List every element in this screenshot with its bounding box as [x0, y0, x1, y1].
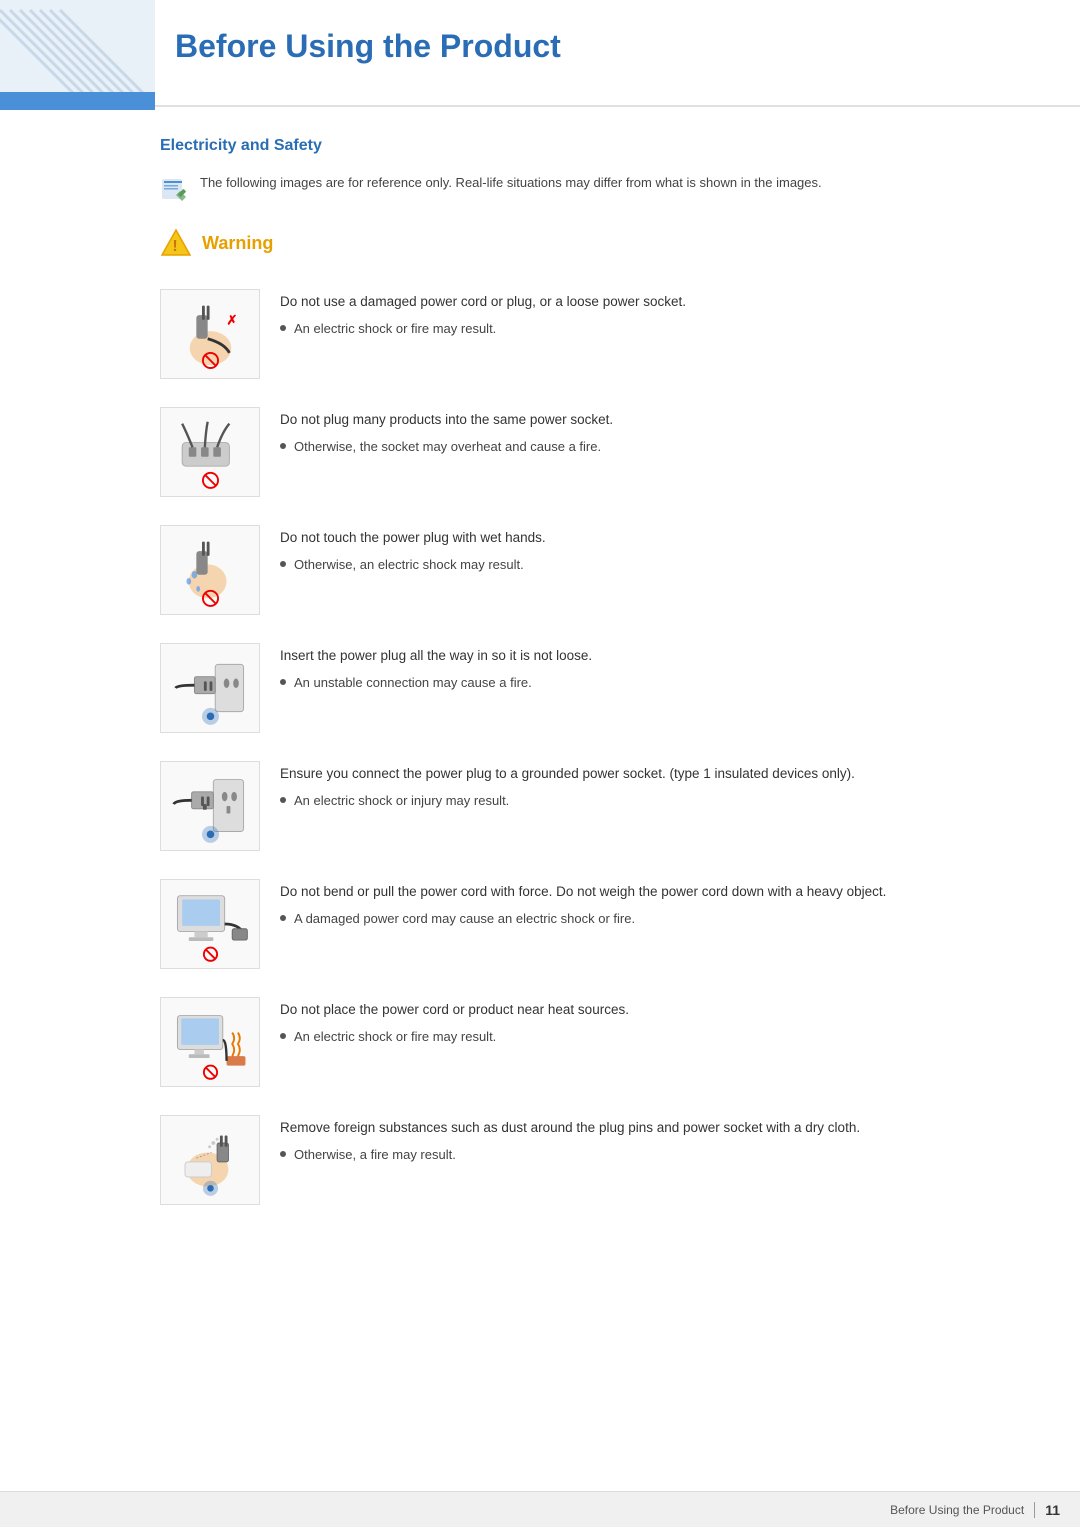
item-content-2: Do not plug many products into the same … — [280, 407, 1020, 456]
item-row: ✗ Do not use a damaged power cord or plu… — [160, 289, 1020, 379]
item-content-8: Remove foreign substances such as dust a… — [280, 1115, 1020, 1164]
page-header: Before Using the Product — [0, 0, 1080, 107]
item-sub-2: Otherwise, the socket may overheat and c… — [280, 438, 1020, 456]
item-main-text-5: Ensure you connect the power plug to a g… — [280, 765, 1020, 784]
item-row-3: Do not touch the power plug with wet han… — [160, 525, 1020, 615]
item-sub-text-4: An unstable connection may cause a fire. — [294, 674, 532, 692]
item-main-text-4: Insert the power plug all the way in so … — [280, 647, 1020, 666]
item-sub-text-3: Otherwise, an electric shock may result. — [294, 556, 524, 574]
svg-text:!: ! — [172, 238, 177, 255]
item-sub-text-1: An electric shock or fire may result. — [294, 320, 496, 338]
item-image-1: ✗ — [160, 289, 260, 379]
item-image-7 — [160, 997, 260, 1087]
item-row-8: Remove foreign substances such as dust a… — [160, 1115, 1020, 1205]
item-main-text-7: Do not place the power cord or product n… — [280, 1001, 1020, 1020]
item-sub-text-6: A damaged power cord may cause an electr… — [294, 910, 635, 928]
bullet-1 — [280, 325, 286, 331]
item-main-text-6: Do not bend or pull the power cord with … — [280, 883, 1020, 902]
item-sub-3: Otherwise, an electric shock may result. — [280, 556, 1020, 574]
item-row-4: Insert the power plug all the way in so … — [160, 643, 1020, 733]
item-main-text-2: Do not plug many products into the same … — [280, 411, 1020, 430]
footer-label: Before Using the Product — [890, 1503, 1024, 1517]
item-sub-4: An unstable connection may cause a fire. — [280, 674, 1020, 692]
bullet-8 — [280, 1151, 286, 1157]
item-sub-1: An electric shock or fire may result. — [280, 320, 1020, 338]
page-number: 11 — [1045, 1502, 1060, 1518]
item-row-2: Do not plug many products into the same … — [160, 407, 1020, 497]
header-decoration-svg — [0, 0, 155, 92]
item-content-3: Do not touch the power plug with wet han… — [280, 525, 1020, 574]
item-content-5: Ensure you connect the power plug to a g… — [280, 761, 1020, 810]
item-content-1: Do not use a damaged power cord or plug,… — [280, 289, 1020, 338]
footer-divider — [1034, 1502, 1035, 1518]
item-sub-6: A damaged power cord may cause an electr… — [280, 910, 1020, 928]
item-image-2 — [160, 407, 260, 497]
item-content-6: Do not bend or pull the power cord with … — [280, 879, 1020, 928]
item-content-7: Do not place the power cord or product n… — [280, 997, 1020, 1046]
item-main-text-8: Remove foreign substances such as dust a… — [280, 1119, 1020, 1138]
header-accent-bar — [0, 92, 155, 110]
header-accent — [0, 0, 155, 110]
section-title: Electricity and Safety — [160, 137, 1020, 155]
note-icon — [160, 175, 188, 203]
item-sub-text-5: An electric shock or injury may result. — [294, 792, 509, 810]
warning-icon: ! — [160, 227, 192, 259]
item-sub-text-8: Otherwise, a fire may result. — [294, 1146, 456, 1164]
item-main-text-3: Do not touch the power plug with wet han… — [280, 529, 1020, 548]
bullet-2 — [280, 443, 286, 449]
item-image-3 — [160, 525, 260, 615]
item-sub-8: Otherwise, a fire may result. — [280, 1146, 1020, 1164]
note-text: The following images are for reference o… — [200, 173, 822, 193]
note-block: The following images are for reference o… — [160, 173, 1020, 203]
page-footer: Before Using the Product 11 — [0, 1491, 1080, 1527]
item-sub-7: An electric shock or fire may result. — [280, 1028, 1020, 1046]
item-sub-text-7: An electric shock or fire may result. — [294, 1028, 496, 1046]
item-row-6: Do not bend or pull the power cord with … — [160, 879, 1020, 969]
item-image-4 — [160, 643, 260, 733]
item-sub-text-2: Otherwise, the socket may overheat and c… — [294, 438, 601, 456]
item-content-4: Insert the power plug all the way in so … — [280, 643, 1020, 692]
item-image-8 — [160, 1115, 260, 1205]
warning-label: Warning — [202, 233, 273, 254]
svg-text:✗: ✗ — [226, 313, 237, 328]
warning-block: ! Warning — [160, 227, 1020, 259]
page-title: Before Using the Product — [0, 0, 1080, 85]
item-image-5 — [160, 761, 260, 851]
item-sub-5: An electric shock or injury may result. — [280, 792, 1020, 810]
bullet-5 — [280, 797, 286, 803]
item-row-7: Do not place the power cord or product n… — [160, 997, 1020, 1087]
bullet-3 — [280, 561, 286, 567]
bullet-7 — [280, 1033, 286, 1039]
item-row-5: Ensure you connect the power plug to a g… — [160, 761, 1020, 851]
bullet-6 — [280, 915, 286, 921]
item-image-6 — [160, 879, 260, 969]
item-main-text-1: Do not use a damaged power cord or plug,… — [280, 293, 1020, 312]
bullet-4 — [280, 679, 286, 685]
main-content: Electricity and Safety The following ima… — [0, 107, 1080, 1293]
